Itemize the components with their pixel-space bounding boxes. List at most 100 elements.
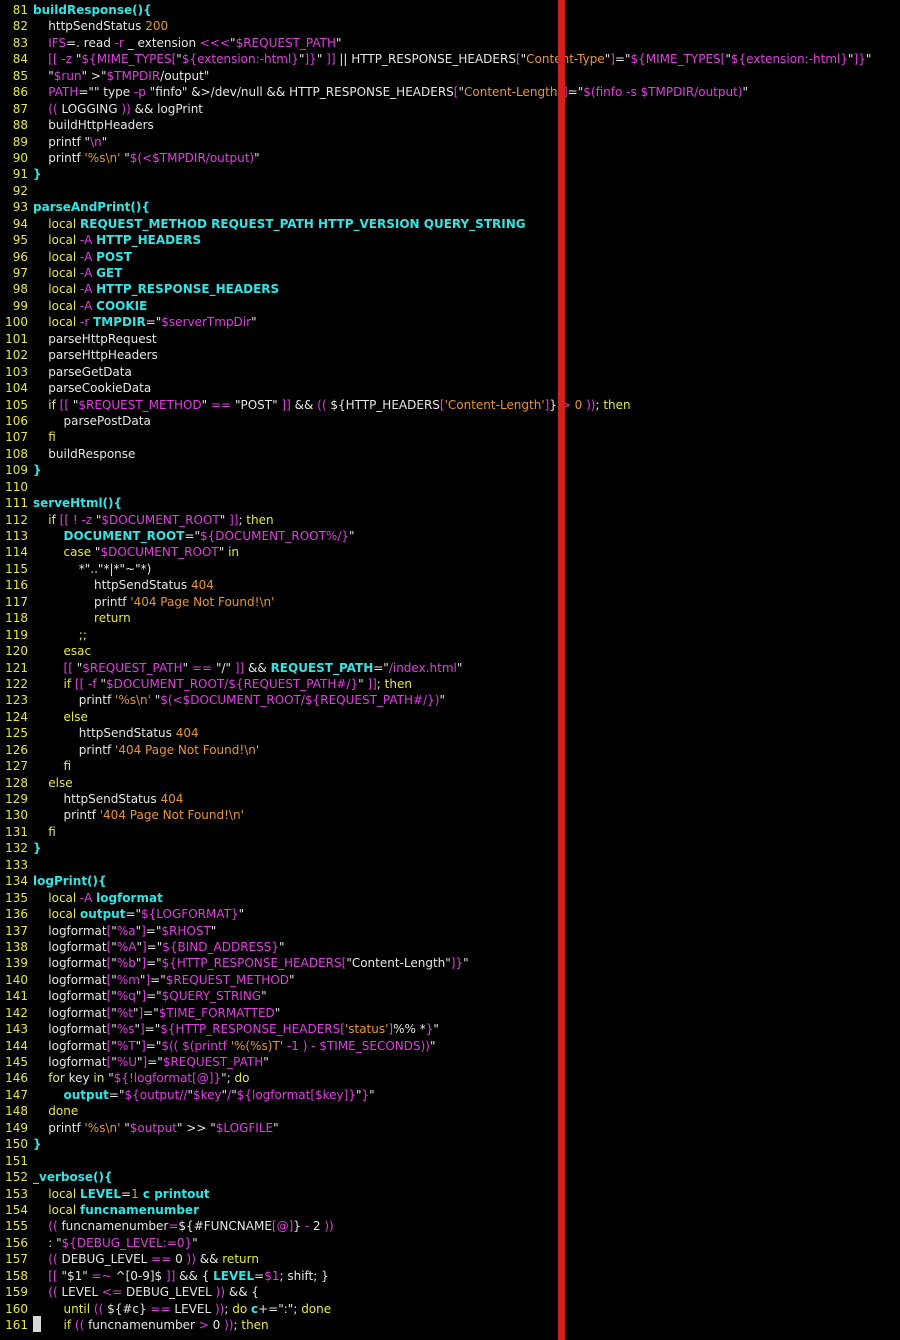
code-line[interactable]: 137 logformat["%a"]="$RHOST" xyxy=(0,923,900,939)
code-line[interactable]: 105 if [[ "$REQUEST_METHOD" == "POST" ]]… xyxy=(0,397,900,413)
code-line[interactable]: 134 logPrint(){ xyxy=(0,873,900,889)
code-token: parsePostData xyxy=(63,413,151,428)
code-line[interactable]: 110 xyxy=(0,479,900,495)
code-line[interactable]: 121 [[ "$REQUEST_PATH" == "/" ]] && REQU… xyxy=(0,660,900,676)
code-line[interactable]: 114 case "$DOCUMENT_ROOT" in xyxy=(0,544,900,560)
code-line[interactable]: 112 if [[ ! -z "$DOCUMENT_ROOT" ]]; then xyxy=(0,512,900,528)
code-line[interactable]: 84 [[ -z "${MIME_TYPES["${extension:-htm… xyxy=(0,51,900,67)
code-line[interactable]: 140 logformat["%m"]="$REQUEST_METHOD" xyxy=(0,972,900,988)
code-line[interactable]: 148 done xyxy=(0,1103,900,1119)
code-line[interactable]: 100 local -r TMPDIR="$serverTmpDir" xyxy=(0,314,900,330)
code-line[interactable]: 103 parseGetData xyxy=(0,364,900,380)
code-line[interactable]: 151 xyxy=(0,1153,900,1169)
code-line[interactable]: 150} xyxy=(0,1136,900,1152)
code-line[interactable]: 142 logformat["%t"]="$TIME_FORMATTED" xyxy=(0,1005,900,1021)
code-line[interactable]: 81 buildResponse(){ xyxy=(0,2,900,18)
code-line[interactable]: 133 xyxy=(0,857,900,873)
code-line[interactable]: 94 local REQUEST_METHOD REQUEST_PATH HTT… xyxy=(0,216,900,232)
line-number: 158 xyxy=(5,1268,28,1283)
code-editor[interactable]: 81 buildResponse(){82 httpSendStatus 200 8… xyxy=(0,2,900,1333)
code-line[interactable]: 154 local funcnamenumber xyxy=(0,1202,900,1218)
text-cursor xyxy=(33,1316,41,1332)
code-line[interactable]: 90 printf '%s\n' "$(<$TMPDIR/output)" xyxy=(0,150,900,166)
code-line[interactable]: 143 logformat["%s"]="${HTTP_RESPONSE_HEA… xyxy=(0,1021,900,1037)
code-line[interactable]: 141 logformat["%q"]="$QUERY_STRING" xyxy=(0,988,900,1004)
code-token: =. read xyxy=(66,35,115,50)
code-line[interactable]: 128 else xyxy=(0,775,900,791)
code-line[interactable]: 160 until (( ${#c} == LEVEL )); do c+=":… xyxy=(0,1301,900,1317)
code-line[interactable]: 89 printf "\n" xyxy=(0,134,900,150)
code-line[interactable]: 136 local output="${LOGFORMAT}" xyxy=(0,906,900,922)
code-line[interactable]: 126 printf '404 Page Not Found!\n' xyxy=(0,742,900,758)
line-number: 122 xyxy=(5,676,28,691)
code-line[interactable]: 155 (( funcnamenumber=${#FUNCNAME[@]} - … xyxy=(0,1218,900,1234)
code-line[interactable]: 139 logformat["%b"]="${HTTP_RESPONSE_HEA… xyxy=(0,955,900,971)
code-line[interactable]: 86 PATH="" type -p "finfo" &>/dev/null &… xyxy=(0,84,900,100)
code-line[interactable]: 120 esac xyxy=(0,643,900,659)
code-line[interactable]: 83 IFS=. read -r _ extension <<< "$REQUES… xyxy=(0,35,900,51)
code-token: )) xyxy=(186,1252,196,1267)
code-line[interactable]: 85 "$run" >"$TMPDIR/output" xyxy=(0,68,900,84)
code-token: " xyxy=(463,956,469,971)
code-line[interactable]: 156 : "${DEBUG_LEVEL:=0}" xyxy=(0,1235,900,1251)
code-line[interactable]: 116 httpSendStatus 404 xyxy=(0,577,900,593)
line-number: 131 xyxy=(5,824,28,839)
code-line[interactable]: 158 [[ "$1" =~ ^[0-9]$ ]] && { LEVEL=$1;… xyxy=(0,1268,900,1284)
code-line[interactable]: 102 parseHttpHeaders xyxy=(0,347,900,363)
code-token: "finfo" &>/dev/null && HTTP_RESPONSE_HEA… xyxy=(145,85,454,100)
code-token: 404 xyxy=(160,792,184,806)
code-line[interactable]: 99 local -A COOKIE xyxy=(0,298,900,314)
code-line[interactable]: 146 for key in "${!logformat[@]}"; do xyxy=(0,1070,900,1086)
code-token: - xyxy=(300,1219,313,1234)
code-line[interactable]: 131 fi xyxy=(0,824,900,840)
code-line[interactable]: 98 local -A HTTP_RESPONSE_HEADERS xyxy=(0,281,900,297)
code-line[interactable]: 144 logformat["%T"]="$(( $(printf '%(%s)… xyxy=(0,1038,900,1054)
code-line[interactable]: 109} xyxy=(0,462,900,478)
code-line[interactable]: 129 httpSendStatus 404 xyxy=(0,791,900,807)
code-line[interactable]: 130 printf '404 Page Not Found!\n' xyxy=(0,807,900,823)
code-line[interactable]: 149 printf '%s\n' "$output" >> "$LOGFILE… xyxy=(0,1120,900,1136)
code-line[interactable]: 118 return xyxy=(0,610,900,626)
code-line[interactable]: 159 (( LEVEL <= DEBUG_LEVEL )) && { xyxy=(0,1284,900,1300)
code-line[interactable]: 111 serveHtml(){ xyxy=(0,495,900,511)
code-text: local REQUEST_METHOD REQUEST_PATH HTTP_V… xyxy=(33,216,525,232)
code-token: ; shift; } xyxy=(279,1268,329,1283)
code-line[interactable]: 106 parsePostData xyxy=(0,413,900,429)
code-line[interactable]: 107 fi xyxy=(0,429,900,445)
code-line[interactable]: 95 local -A HTTP_HEADERS xyxy=(0,232,900,248)
line-number: 114 xyxy=(5,545,28,560)
code-line[interactable]: 135 local -A logformat xyxy=(0,890,900,906)
code-line[interactable]: 145 logformat["%U"]="$REQUEST_PATH" xyxy=(0,1054,900,1070)
code-line[interactable]: 92 xyxy=(0,183,900,199)
code-line[interactable]: 96 local -A POST xyxy=(0,249,900,265)
code-line[interactable]: 113 DOCUMENT_ROOT="${DOCUMENT_ROOT%/}" xyxy=(0,528,900,544)
code-line[interactable]: 153 local LEVEL=1 c printout xyxy=(0,1186,900,1202)
code-line[interactable]: 101 parseHttpRequest xyxy=(0,331,900,347)
code-line[interactable]: 93 parseAndPrint(){ xyxy=(0,199,900,215)
code-line[interactable]: 82 httpSendStatus 200 xyxy=(0,18,900,34)
code-line[interactable]: 117 printf '404 Page Not Found!\n' xyxy=(0,594,900,610)
code-line[interactable]: 147 output="${output//"$key"/"${logforma… xyxy=(0,1087,900,1103)
code-line[interactable]: 119 ;; xyxy=(0,627,900,643)
code-line[interactable]: 132} xyxy=(0,840,900,856)
code-line[interactable]: 104 parseCookieData xyxy=(0,380,900,396)
code-line[interactable]: 157 (( DEBUG_LEVEL == 0 )) && return xyxy=(0,1251,900,1267)
code-line[interactable]: 125 httpSendStatus 404 xyxy=(0,725,900,741)
code-line[interactable]: 123 printf '%s\n' "$(<$DOCUMENT_ROOT/${R… xyxy=(0,692,900,708)
code-line[interactable]: 127 fi xyxy=(0,758,900,774)
code-line[interactable]: 91} xyxy=(0,166,900,182)
code-line[interactable]: 152 _verbose(){ xyxy=(0,1169,900,1185)
code-line[interactable]: 138 logformat["%A"]="${BIND_ADDRESS}" xyxy=(0,939,900,955)
code-line[interactable]: 88 buildHttpHeaders xyxy=(0,117,900,133)
code-line[interactable]: 122 if [[ -f "$DOCUMENT_ROOT/${REQUEST_P… xyxy=(0,676,900,692)
code-line[interactable]: 124 else xyxy=(0,709,900,725)
code-line[interactable]: 108 buildResponse xyxy=(0,446,900,462)
code-line[interactable]: 87 (( LOGGING )) && logPrint xyxy=(0,101,900,117)
code-line[interactable]: 97 local -A GET xyxy=(0,265,900,281)
code-line[interactable]: 115 *".."*|*"~"*) xyxy=(0,561,900,577)
code-line[interactable]: 161 if (( funcnamenumber > 0 )); then xyxy=(0,1317,900,1333)
